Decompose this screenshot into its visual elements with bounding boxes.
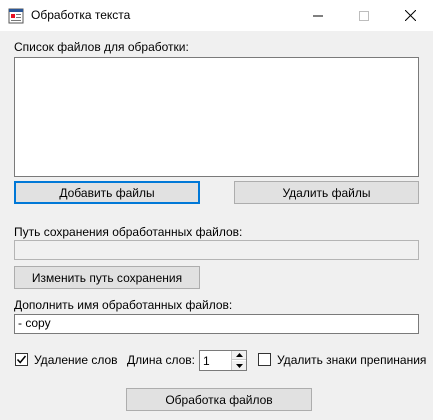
title-bar: Обработка текста — [0, 0, 433, 31]
suffix-label: Дополнить имя обработанных файлов: — [14, 298, 233, 312]
stepper-buttons — [231, 351, 246, 370]
change-save-path-button[interactable]: Изменить путь сохранения — [14, 266, 200, 289]
remove-words-checkbox[interactable] — [15, 353, 28, 366]
save-path-field — [14, 240, 419, 260]
remove-punctuation-checkbox[interactable] — [258, 353, 271, 366]
suffix-input[interactable]: - copy — [14, 314, 419, 334]
word-length-value: 1 — [203, 354, 210, 368]
files-listbox[interactable] — [14, 57, 419, 177]
close-button[interactable] — [387, 0, 433, 31]
process-files-button[interactable]: Обработка файлов — [126, 388, 312, 411]
word-length-label: Длина слов: — [127, 353, 195, 367]
word-length-stepper[interactable]: 1 — [199, 350, 247, 371]
arrow-down-icon — [235, 363, 243, 368]
minimize-icon — [313, 15, 323, 16]
close-icon — [404, 10, 416, 21]
maximize-button[interactable] — [341, 0, 387, 31]
window-title: Обработка текста — [31, 8, 131, 22]
checkmark-icon — [16, 355, 27, 364]
remove-punctuation-label: Удалить знаки препинания — [277, 353, 427, 367]
maximize-icon — [359, 10, 369, 21]
remove-words-label: Удаление слов — [34, 353, 118, 367]
minimize-button[interactable] — [295, 0, 341, 31]
files-list-label: Список файлов для обработки: — [14, 40, 189, 54]
remove-files-button[interactable]: Удалить файлы — [234, 181, 419, 204]
form-app-icon — [8, 8, 24, 24]
save-path-label: Путь сохранения обработанных файлов: — [14, 225, 243, 239]
stepper-down-button[interactable] — [232, 361, 246, 370]
arrow-up-icon — [235, 353, 243, 357]
stepper-up-button[interactable] — [232, 351, 246, 360]
add-files-button[interactable]: Добавить файлы — [14, 181, 200, 204]
